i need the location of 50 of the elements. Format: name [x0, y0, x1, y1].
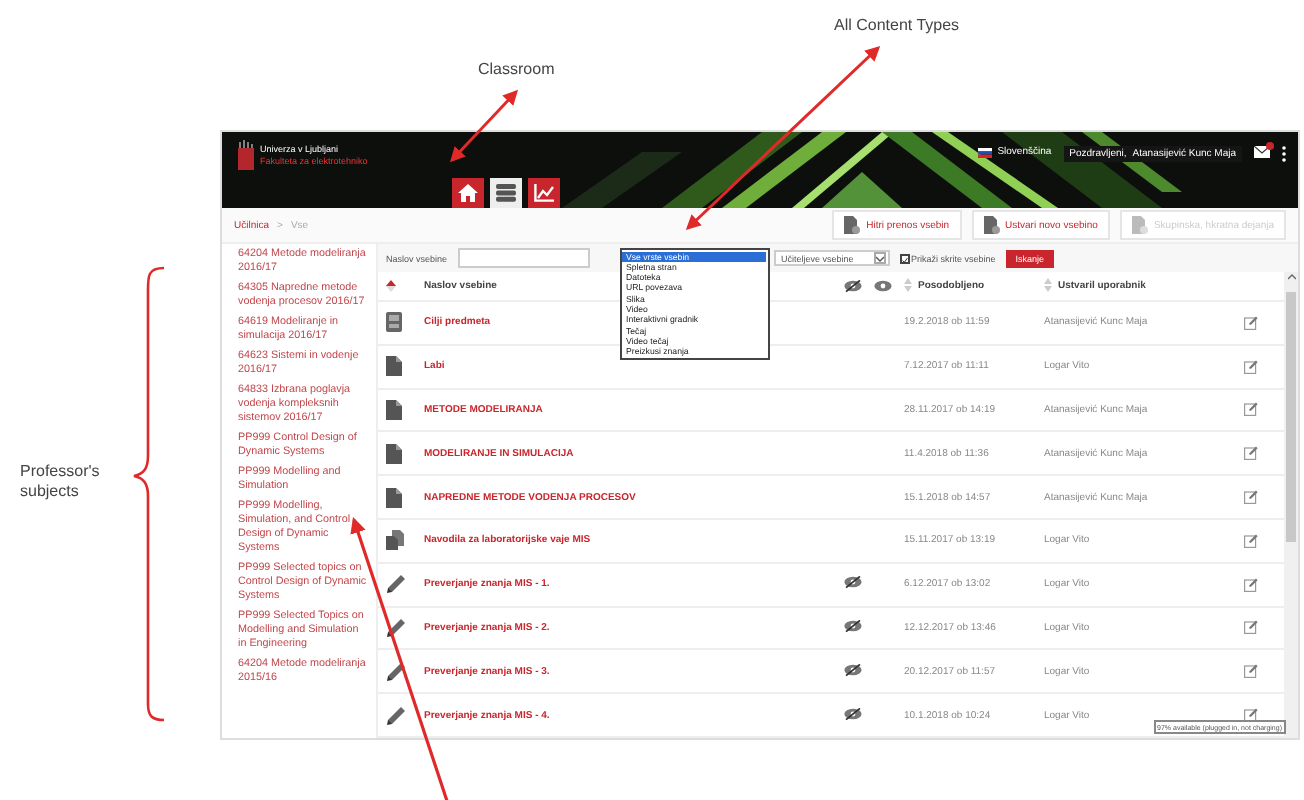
scrollbar-thumb[interactable]: [1286, 292, 1296, 542]
edit-icon[interactable]: [1244, 533, 1258, 548]
chart-icon: [533, 184, 554, 202]
mail-icon[interactable]: [1254, 146, 1270, 158]
flag-icon: [977, 147, 992, 157]
pencil-icon: [386, 574, 406, 595]
notification-badge: [1266, 142, 1274, 150]
pencil-icon: [386, 617, 406, 638]
edit-icon[interactable]: [1244, 315, 1258, 330]
home-icon: [457, 184, 478, 202]
eye-slash-icon: [844, 279, 862, 292]
edit-icon[interactable]: [1244, 708, 1258, 723]
edit-icon[interactable]: [1244, 446, 1258, 461]
arrow: [449, 89, 519, 163]
copy-icon: [386, 530, 404, 551]
document-icon: [386, 487, 402, 508]
edit-icon[interactable]: [1244, 490, 1258, 505]
document-icon: [386, 443, 402, 464]
check-icon: [901, 255, 908, 264]
pencil-icon: [386, 705, 406, 726]
document-icon: [386, 399, 402, 420]
edit-icon[interactable]: [1244, 664, 1258, 679]
pencil-icon: [386, 661, 406, 682]
eye-slash-icon: [844, 663, 862, 676]
scroll-up-icon[interactable]: [1287, 274, 1295, 280]
edit-icon[interactable]: [1244, 577, 1258, 592]
sort-up-icon[interactable]: [386, 279, 396, 292]
document-icon: [1131, 216, 1148, 234]
slides-icon: [386, 312, 402, 333]
home-tab[interactable]: [451, 178, 484, 208]
caret-icon: [875, 255, 884, 261]
title-field[interactable]: [457, 248, 590, 268]
annotation-label: Classroom: [478, 60, 555, 80]
eye-icon: [874, 279, 892, 292]
eye-slash-icon: [844, 576, 862, 589]
annotation-label: All Content Types: [834, 16, 960, 36]
eye-slash-icon: [844, 619, 862, 632]
logo-icon: [238, 140, 254, 170]
checkbox[interactable]: [899, 253, 910, 263]
document-icon: [844, 216, 861, 234]
document-icon: [983, 216, 1000, 234]
edit-icon[interactable]: [1244, 620, 1258, 635]
stack-icon: [495, 184, 516, 202]
chart-tab[interactable]: [527, 178, 560, 208]
annotation-label: Professor's subjects: [20, 462, 102, 502]
classroom-tab[interactable]: [489, 178, 522, 208]
edit-icon[interactable]: [1244, 402, 1258, 417]
document-icon: [386, 356, 402, 377]
edit-icon[interactable]: [1244, 359, 1258, 374]
eye-slash-icon: [844, 707, 862, 720]
